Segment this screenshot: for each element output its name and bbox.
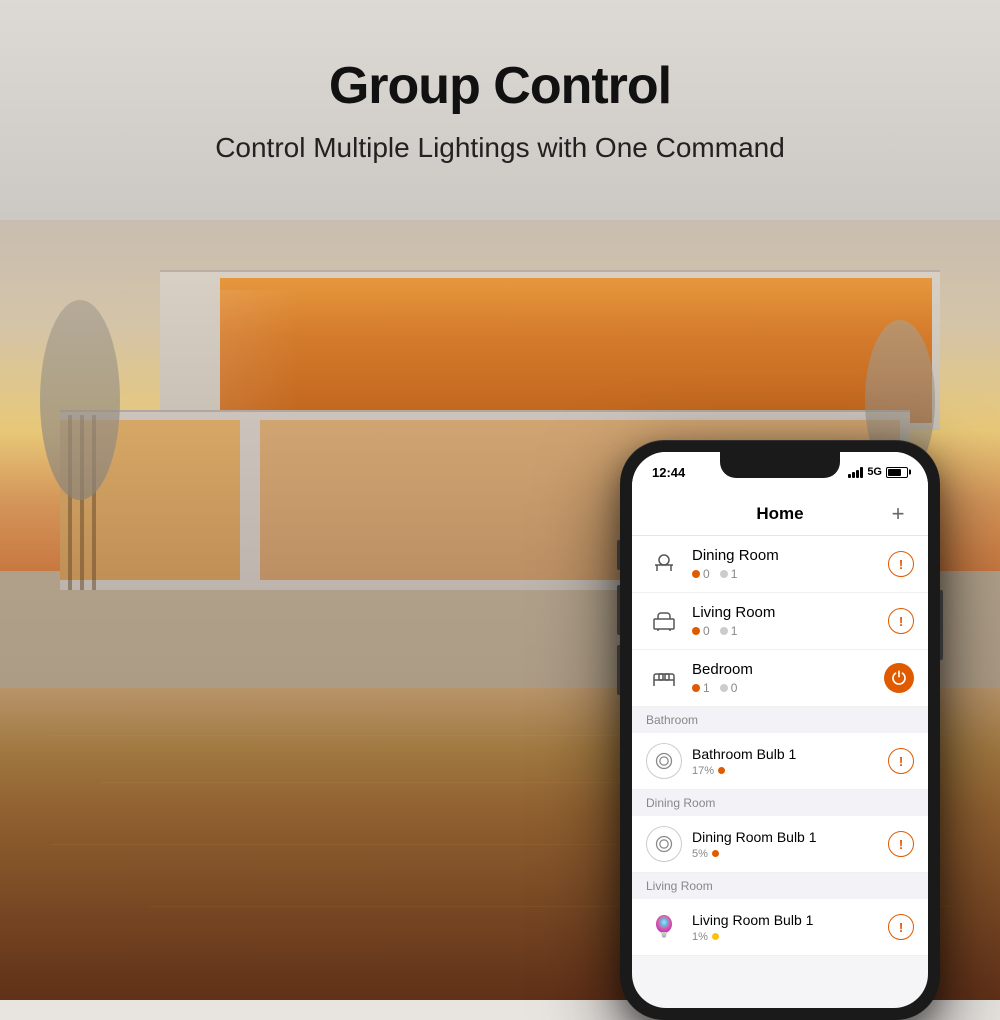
dining-bulb-icon bbox=[646, 826, 682, 862]
battery-icon bbox=[886, 467, 908, 478]
dot-gray-3 bbox=[720, 684, 728, 692]
bedroom-count-on: 0 bbox=[720, 681, 738, 695]
dot-orange-3 bbox=[692, 684, 700, 692]
living-off-count: 0 bbox=[703, 624, 710, 638]
bedroom-icon bbox=[646, 660, 682, 696]
room-info-dining: Dining Room 0 1 bbox=[692, 547, 878, 581]
living-action-button[interactable]: ! bbox=[888, 608, 914, 634]
living-room-name: Living Room bbox=[692, 604, 878, 621]
living-counts: 0 1 bbox=[692, 624, 878, 638]
living-bulb-status: 1% bbox=[692, 931, 878, 943]
room-item-bedroom[interactable]: Bedroom 1 0 bbox=[632, 650, 928, 707]
dot-orange bbox=[692, 570, 700, 578]
status-right: 5G bbox=[848, 466, 908, 478]
time-display: 12:44 bbox=[652, 465, 685, 480]
living-bulb-item[interactable]: Living Room Bulb 1 1% ! bbox=[632, 899, 928, 956]
dot-gray bbox=[720, 570, 728, 578]
bedroom-off-count: 1 bbox=[703, 681, 710, 695]
subtitle: Control Multiple Lightings with One Comm… bbox=[215, 132, 785, 164]
bedroom-name: Bedroom bbox=[692, 661, 874, 678]
phone-wrapper: 12:44 5G Home + bbox=[620, 440, 940, 1020]
add-button[interactable]: + bbox=[884, 500, 912, 528]
dining-icon bbox=[646, 546, 682, 582]
battery-fill bbox=[888, 469, 901, 476]
dining-off-count: 0 bbox=[703, 567, 710, 581]
living-room-section-header: Living Room bbox=[632, 873, 928, 899]
bathroom-bulb-name: Bathroom Bulb 1 bbox=[692, 746, 878, 762]
room-item-dining[interactable]: Dining Room 0 1 bbox=[632, 536, 928, 593]
bathroom-bulb-percent: 17% bbox=[692, 765, 714, 777]
dining-counts: 0 1 bbox=[692, 567, 878, 581]
bathroom-status-dot bbox=[718, 767, 725, 774]
dining-bulb-item[interactable]: Dining Room Bulb 1 5% ! bbox=[632, 816, 928, 873]
living-count-on: 1 bbox=[720, 624, 738, 638]
dot-gray-2 bbox=[720, 627, 728, 635]
dining-room-section-header: Dining Room bbox=[632, 790, 928, 816]
dining-count-on: 1 bbox=[720, 567, 738, 581]
phone-shell: 12:44 5G Home + bbox=[620, 440, 940, 1020]
bedroom-power-button[interactable] bbox=[884, 663, 914, 693]
network-type: 5G bbox=[867, 466, 882, 478]
room-info-living: Living Room 0 1 bbox=[692, 604, 878, 638]
bathroom-bulb-action[interactable]: ! bbox=[888, 748, 914, 774]
dining-bulb-status: 5% bbox=[692, 848, 878, 860]
dining-status-dot bbox=[712, 850, 719, 857]
living-bulb-icon bbox=[646, 909, 682, 945]
living-bulb-action[interactable]: ! bbox=[888, 914, 914, 940]
app-header-title: Home bbox=[676, 504, 884, 524]
dining-room-name: Dining Room bbox=[692, 547, 878, 564]
dining-count-off: 0 bbox=[692, 567, 710, 581]
dining-action-button[interactable]: ! bbox=[888, 551, 914, 577]
top-section: Group Control Control Multiple Lightings… bbox=[0, 0, 1000, 220]
living-bulb-name: Living Room Bulb 1 bbox=[692, 912, 878, 928]
bedroom-on-count: 0 bbox=[731, 681, 738, 695]
dot-orange-2 bbox=[692, 627, 700, 635]
living-bulb-percent: 1% bbox=[692, 931, 708, 943]
main-title: Group Control bbox=[329, 56, 671, 116]
dining-bulb-name: Dining Room Bulb 1 bbox=[692, 829, 878, 845]
bathroom-bulb-status: 17% bbox=[692, 765, 878, 777]
living-bulb-info: Living Room Bulb 1 1% bbox=[692, 912, 878, 943]
room-list: Dining Room 0 1 bbox=[632, 536, 928, 707]
dining-bulb-info: Dining Room Bulb 1 5% bbox=[692, 829, 878, 860]
dining-on-count: 1 bbox=[731, 567, 738, 581]
bathroom-bulb-icon bbox=[646, 743, 682, 779]
bedroom-counts: 1 0 bbox=[692, 681, 874, 695]
bedroom-count-off: 1 bbox=[692, 681, 710, 695]
living-status-dot bbox=[712, 933, 719, 940]
app-header: Home + bbox=[632, 492, 928, 536]
room-info-bedroom: Bedroom 1 0 bbox=[692, 661, 874, 695]
room-item-living[interactable]: Living Room 0 1 bbox=[632, 593, 928, 650]
living-count-off: 0 bbox=[692, 624, 710, 638]
signal-bars bbox=[848, 466, 863, 478]
bathroom-bulb-item[interactable]: Bathroom Bulb 1 17% ! bbox=[632, 733, 928, 790]
phone-screen: 12:44 5G Home + bbox=[632, 452, 928, 1008]
living-room-icon bbox=[646, 603, 682, 639]
dining-bulb-action[interactable]: ! bbox=[888, 831, 914, 857]
dining-bulb-percent: 5% bbox=[692, 848, 708, 860]
living-on-count: 1 bbox=[731, 624, 738, 638]
bathroom-section-header: Bathroom bbox=[632, 707, 928, 733]
bathroom-bulb-info: Bathroom Bulb 1 17% bbox=[692, 746, 878, 777]
page-wrapper: Group Control Control Multiple Lightings… bbox=[0, 0, 1000, 1000]
